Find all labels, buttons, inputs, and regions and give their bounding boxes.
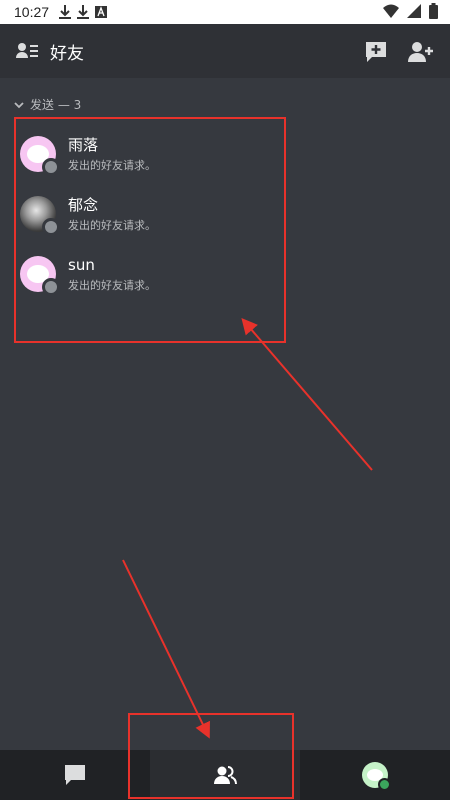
download-icon <box>59 5 72 19</box>
friend-name: sun <box>68 256 95 274</box>
friends-list: 发送 — 3 雨落 发出的好友请求。 郁念 发出的好友请求。 sun 发出的好友… <box>0 78 450 750</box>
nav-friends[interactable] <box>150 750 300 800</box>
friends-icon <box>214 766 237 785</box>
new-message-icon[interactable] <box>364 40 388 64</box>
friend-name: 雨落 <box>68 136 99 154</box>
offline-status-dot <box>42 218 60 236</box>
friend-status-text: 发出的好友请求。 <box>68 159 156 172</box>
battery-icon <box>429 3 438 19</box>
avatar <box>20 136 60 176</box>
download-icon <box>77 5 90 19</box>
friend-row[interactable]: 雨落 发出的好友请求。 <box>20 128 300 180</box>
friend-status-text: 发出的好友请求。 <box>68 279 156 292</box>
friend-name: 郁念 <box>68 196 99 214</box>
bottom-nav <box>0 750 450 800</box>
section-header-sent[interactable]: 发送 — 3 <box>14 96 81 113</box>
avatar <box>20 196 60 236</box>
friend-status-text: 发出的好友请求。 <box>68 219 156 232</box>
signal-icon <box>407 4 421 18</box>
wifi-icon <box>383 4 399 18</box>
section-label: 发送 — 3 <box>30 98 82 112</box>
friends-list-icon[interactable] <box>16 41 40 61</box>
a-icon <box>95 6 108 18</box>
page-title: 好友 <box>50 43 84 64</box>
status-bar: 10:27 <box>0 0 450 24</box>
profile-avatar <box>362 762 391 791</box>
nav-profile[interactable] <box>300 750 450 800</box>
friend-row[interactable]: 郁念 发出的好友请求。 <box>20 188 300 240</box>
chevron-down-icon <box>14 101 24 108</box>
add-friend-icon[interactable] <box>408 40 434 64</box>
messages-icon <box>65 765 85 785</box>
friend-row[interactable]: sun 发出的好友请求。 <box>20 248 300 300</box>
avatar <box>20 256 60 296</box>
offline-status-dot <box>42 158 60 176</box>
app-header: 好友 <box>0 24 450 78</box>
offline-status-dot <box>42 278 60 296</box>
online-status-dot <box>378 778 391 791</box>
status-time: 10:27 <box>14 4 50 20</box>
nav-messages[interactable] <box>0 750 150 800</box>
